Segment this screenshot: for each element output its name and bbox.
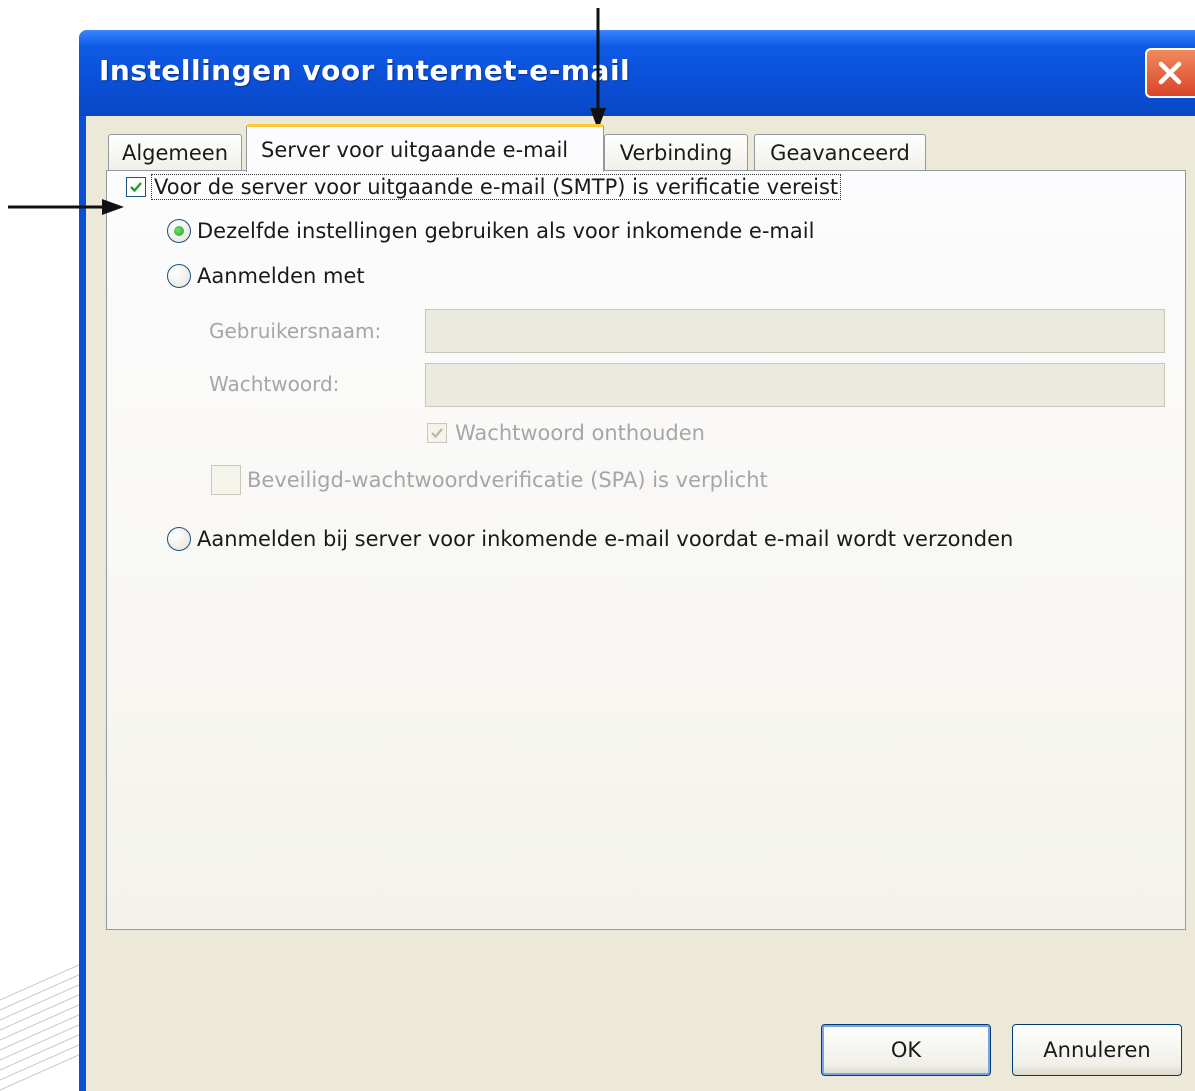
tab-algemeen[interactable]: Algemeen bbox=[108, 134, 242, 170]
tab-geavanceerd[interactable]: Geavanceerd bbox=[754, 134, 926, 170]
radio-selected-dot bbox=[174, 226, 184, 236]
tab-outgoing-server[interactable]: Server voor uitgaande e-mail bbox=[246, 124, 604, 172]
remember-password-checkbox[interactable] bbox=[427, 423, 447, 443]
arrow-icon bbox=[590, 8, 606, 130]
checkmark-icon bbox=[431, 428, 443, 439]
radio-login-with-label: Aanmelden met bbox=[197, 264, 365, 288]
tab-panel-outgoing-server: Voor de server voor uitgaande e-mail (SM… bbox=[106, 170, 1186, 930]
tab-verbinding[interactable]: Verbinding bbox=[604, 134, 748, 170]
radio-same-settings-row[interactable]: Dezelfde instellingen gebruiken als voor… bbox=[167, 219, 814, 243]
internet-email-settings-dialog: Instellingen voor internet-e-mail Algeme… bbox=[79, 30, 1195, 1091]
spa-required-label: Beveiligd-wachtwoordverificatie (SPA) is… bbox=[247, 468, 768, 492]
checkmark-icon bbox=[130, 182, 142, 193]
spa-required-row[interactable]: Beveiligd-wachtwoordverificatie (SPA) is… bbox=[211, 465, 768, 495]
radio-login-incoming-first-label: Aanmelden bij server voor inkomende e-ma… bbox=[197, 527, 1014, 551]
remember-password-label: Wachtwoord onthouden bbox=[455, 421, 705, 445]
window-title: Instellingen voor internet-e-mail bbox=[99, 54, 631, 87]
close-icon bbox=[1158, 61, 1182, 85]
smtp-auth-row[interactable]: Voor de server voor uitgaande e-mail (SM… bbox=[126, 174, 842, 200]
smtp-auth-checkbox[interactable] bbox=[126, 177, 146, 197]
close-button[interactable] bbox=[1145, 48, 1195, 98]
radio-same-settings-label: Dezelfde instellingen gebruiken als voor… bbox=[197, 219, 815, 243]
remember-password-row[interactable]: Wachtwoord onthouden bbox=[427, 421, 705, 445]
dialog-client-area: Algemeen Server voor uitgaande e-mail Ve… bbox=[86, 116, 1195, 1091]
radio-login-with[interactable] bbox=[167, 264, 191, 288]
username-label: Gebruikersnaam: bbox=[209, 319, 382, 343]
title-bar[interactable]: Instellingen voor internet-e-mail bbox=[79, 30, 1195, 116]
password-label: Wachtwoord: bbox=[209, 372, 340, 396]
ok-button[interactable]: OK bbox=[821, 1024, 991, 1076]
arrow-icon bbox=[8, 199, 124, 215]
smtp-auth-label: Voor de server voor uitgaande e-mail (SM… bbox=[150, 174, 842, 200]
spa-required-checkbox[interactable] bbox=[211, 465, 241, 495]
radio-same-settings[interactable] bbox=[167, 219, 191, 243]
username-field[interactable] bbox=[425, 309, 1165, 353]
radio-login-incoming-first-row[interactable]: Aanmelden bij server voor inkomende e-ma… bbox=[167, 527, 1013, 551]
cancel-button[interactable]: Annuleren bbox=[1012, 1024, 1182, 1076]
radio-login-with-row[interactable]: Aanmelden met bbox=[167, 264, 365, 288]
password-field[interactable] bbox=[425, 363, 1165, 407]
radio-login-incoming-first[interactable] bbox=[167, 527, 191, 551]
decorative-lines bbox=[0, 960, 90, 1091]
